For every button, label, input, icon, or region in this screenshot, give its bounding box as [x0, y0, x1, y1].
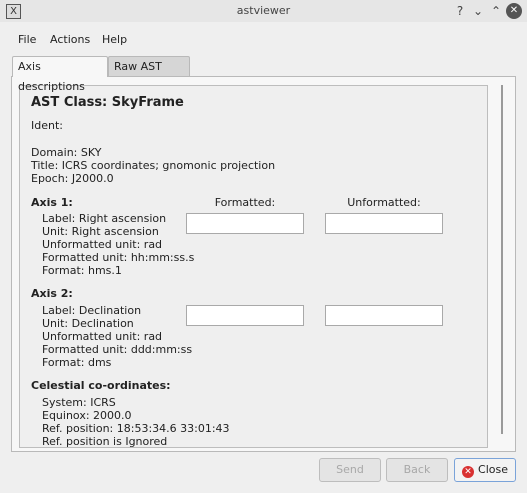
axis1-format: Format: hms.1	[42, 264, 122, 277]
menu-file[interactable]: File	[18, 33, 36, 46]
axis1-formatted-input[interactable]	[186, 213, 304, 234]
title-bar: X astviewer ? ⌄ ⌃ ✕	[0, 0, 527, 22]
celestial-system: System: ICRS	[42, 396, 116, 409]
frame-title-text: Title: ICRS coordinates; gnomonic projec…	[31, 159, 276, 172]
class-title: AST Class: SkyFrame	[31, 95, 184, 110]
send-button[interactable]: Send	[319, 458, 381, 482]
celestial-ref-position: Ref. position: 18:53:34.6 33:01:43	[42, 422, 230, 435]
tab-panel: AST Class: SkyFrame Ident: Domain: SKY T…	[11, 76, 516, 452]
window-close-icon[interactable]: ✕	[506, 3, 522, 19]
axis2-formatted-unit: Formatted unit: ddd:mm:ss	[42, 343, 193, 356]
axis1-heading: Axis 1:	[31, 196, 73, 209]
axis1-unformatted-input[interactable]	[325, 213, 443, 234]
scrollbar-handle[interactable]	[501, 85, 503, 434]
axis2-heading: Axis 2:	[31, 287, 73, 300]
axis2-label: Label: Declination	[42, 304, 142, 317]
domain-text: Domain: SKY	[31, 146, 102, 159]
epoch-text: Epoch: J2000.0	[31, 172, 114, 185]
close-button-label: Close	[478, 463, 508, 476]
tab-raw-ast-data[interactable]: Raw AST data	[108, 56, 190, 93]
help-icon[interactable]: ?	[452, 3, 468, 19]
menu-actions[interactable]: Actions	[50, 33, 90, 46]
menu-bar: File Actions Help	[0, 28, 527, 50]
back-button[interactable]: Back	[386, 458, 448, 482]
axis2-unformatted-input[interactable]	[325, 305, 443, 326]
maximize-icon[interactable]: ⌃	[488, 3, 504, 19]
unformatted-column-header: Unformatted:	[347, 196, 421, 209]
formatted-column-header: Formatted:	[214, 196, 276, 209]
axis1-formatted-unit: Formatted unit: hh:mm:ss.s	[42, 251, 195, 264]
ident-text: Ident:	[31, 119, 63, 132]
axis2-format: Format: dms	[42, 356, 112, 369]
menu-help[interactable]: Help	[102, 33, 127, 46]
axis1-unformatted-unit: Unformatted unit: rad	[42, 238, 163, 251]
close-icon: ✕	[462, 466, 475, 478]
axis2-unformatted-unit: Unformatted unit: rad	[42, 330, 163, 343]
axis1-label: Label: Right ascension	[42, 212, 167, 225]
tab-axis-descriptions[interactable]: Axis descriptions	[12, 56, 108, 93]
celestial-equinox: Equinox: 2000.0	[42, 409, 132, 422]
close-button[interactable]: ✕ Close	[454, 458, 516, 482]
astviewer-window: X astviewer ? ⌄ ⌃ ✕ File Actions Help Ax…	[0, 0, 527, 493]
vertical-scrollbar[interactable]	[498, 85, 506, 434]
celestial-ref-status: Ref. position is Ignored	[42, 435, 168, 448]
axis1-unit: Unit: Right ascension	[42, 225, 159, 238]
window-title: astviewer	[236, 4, 291, 17]
minimize-icon[interactable]: ⌄	[470, 3, 486, 19]
axis2-formatted-input[interactable]	[186, 305, 304, 326]
celestial-heading: Celestial co-ordinates:	[31, 379, 171, 392]
axis2-unit: Unit: Declination	[42, 317, 134, 330]
axis-descriptions-area: AST Class: SkyFrame Ident: Domain: SKY T…	[19, 85, 488, 448]
